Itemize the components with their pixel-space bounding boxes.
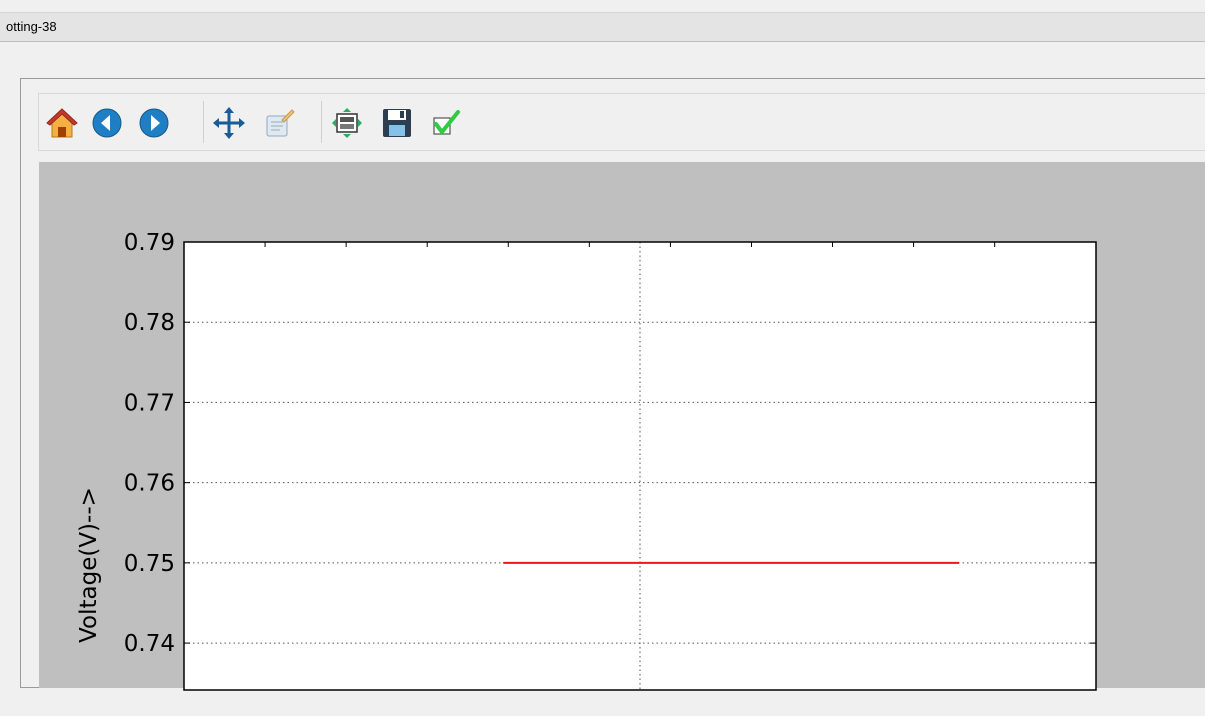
y-tick-label: 0.78 [124, 310, 175, 336]
y-axis-label: Voltage(V)--> [76, 487, 102, 643]
axes-background [184, 242, 1096, 690]
voltage-chart[interactable]: 0.79 0.78 0.77 0.76 0.75 0.74 Voltage(V)--> [0, 0, 1205, 716]
y-tick-label: 0.74 [124, 631, 175, 657]
y-tick-labels: 0.79 0.78 0.77 0.76 0.75 0.74 [124, 230, 175, 657]
y-tick-label: 0.77 [124, 390, 175, 416]
y-tick-label: 0.76 [124, 471, 175, 497]
y-tick-label: 0.75 [124, 551, 175, 577]
y-tick-label: 0.79 [124, 230, 175, 256]
